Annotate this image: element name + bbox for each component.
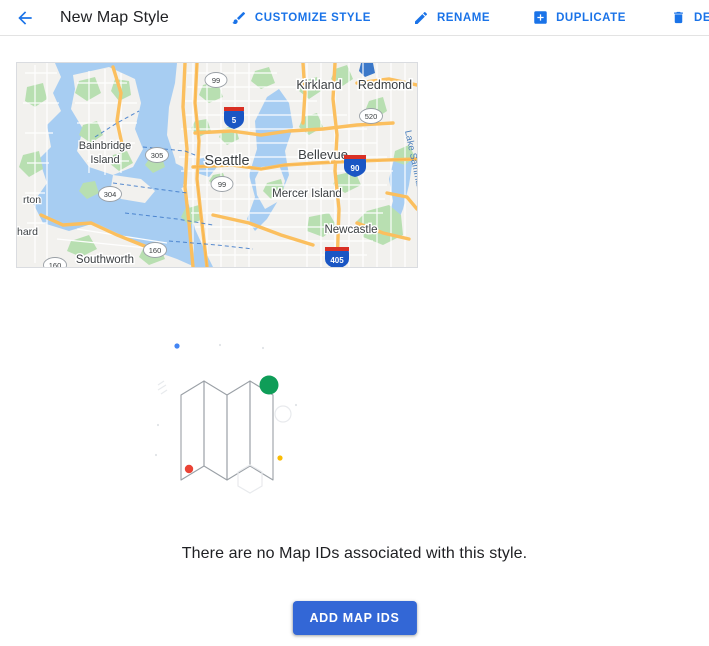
green-dot [259,375,279,395]
svg-text:90: 90 [351,164,360,173]
add-map-ids-button[interactable]: ADD MAP IDS [292,601,417,635]
arrow-back-icon [18,10,32,25]
folded-map-icon [180,380,274,481]
pencil-icon [413,9,430,26]
rename-button[interactable]: RENAME [407,5,496,30]
customize-style-label: CUSTOMIZE STYLE [254,11,371,24]
svg-text:Newcastle: Newcastle [324,224,377,236]
duplicate-icon [532,9,549,26]
duplicate-label: DUPLICATE [556,11,626,24]
svg-text:405: 405 [330,256,344,265]
svg-text:Island: Island [90,154,119,166]
blue-dot [174,343,180,349]
svg-text:hard: hard [17,226,38,238]
svg-text:99: 99 [212,76,220,85]
duplicate-button[interactable]: DUPLICATE [526,5,632,30]
map-preview-thumbnail[interactable]: Bainbridge Island Seattle Kirkland Redmo… [16,62,418,268]
trash-icon [670,9,687,26]
empty-state-illustration [150,333,320,505]
svg-text:Kirkland: Kirkland [296,78,341,92]
customize-style-button[interactable]: CUSTOMIZE STYLE [225,5,377,30]
svg-text:304: 304 [104,190,117,199]
delete-button[interactable]: DELETE [664,5,709,30]
svg-text:305: 305 [151,151,164,160]
yellow-dot [277,455,283,461]
svg-text:Redmond: Redmond [358,78,412,92]
back-button[interactable] [12,5,38,31]
brush-icon [231,9,248,26]
empty-state-message: There are no Map IDs associated with thi… [181,545,528,562]
svg-text:rton: rton [23,194,41,206]
svg-text:Bainbridge: Bainbridge [79,140,132,152]
svg-text:160: 160 [149,246,162,255]
svg-text:Seattle: Seattle [204,153,249,169]
circle-outline [274,405,292,423]
delete-label: DELETE [693,11,709,24]
rename-label: RENAME [436,11,491,24]
svg-text:Bellevue: Bellevue [298,147,348,162]
svg-text:5: 5 [232,116,237,125]
svg-text:Southworth: Southworth [76,254,134,266]
svg-text:520: 520 [365,112,378,121]
map-preview-image: Bainbridge Island Seattle Kirkland Redmo… [17,63,417,267]
sparkle-lines [157,380,168,395]
red-dot [184,464,194,474]
app-header: New Map Style CUSTOMIZE STYLE RENAME DUP… [0,0,709,36]
svg-text:160: 160 [49,261,62,267]
hexagon-outline [237,464,263,494]
header-actions: CUSTOMIZE STYLE RENAME DUPLICATE DE [225,5,709,30]
svg-text:Mercer Island: Mercer Island [272,188,342,200]
svg-text:99: 99 [218,180,226,189]
page-title: New Map Style [60,8,169,26]
